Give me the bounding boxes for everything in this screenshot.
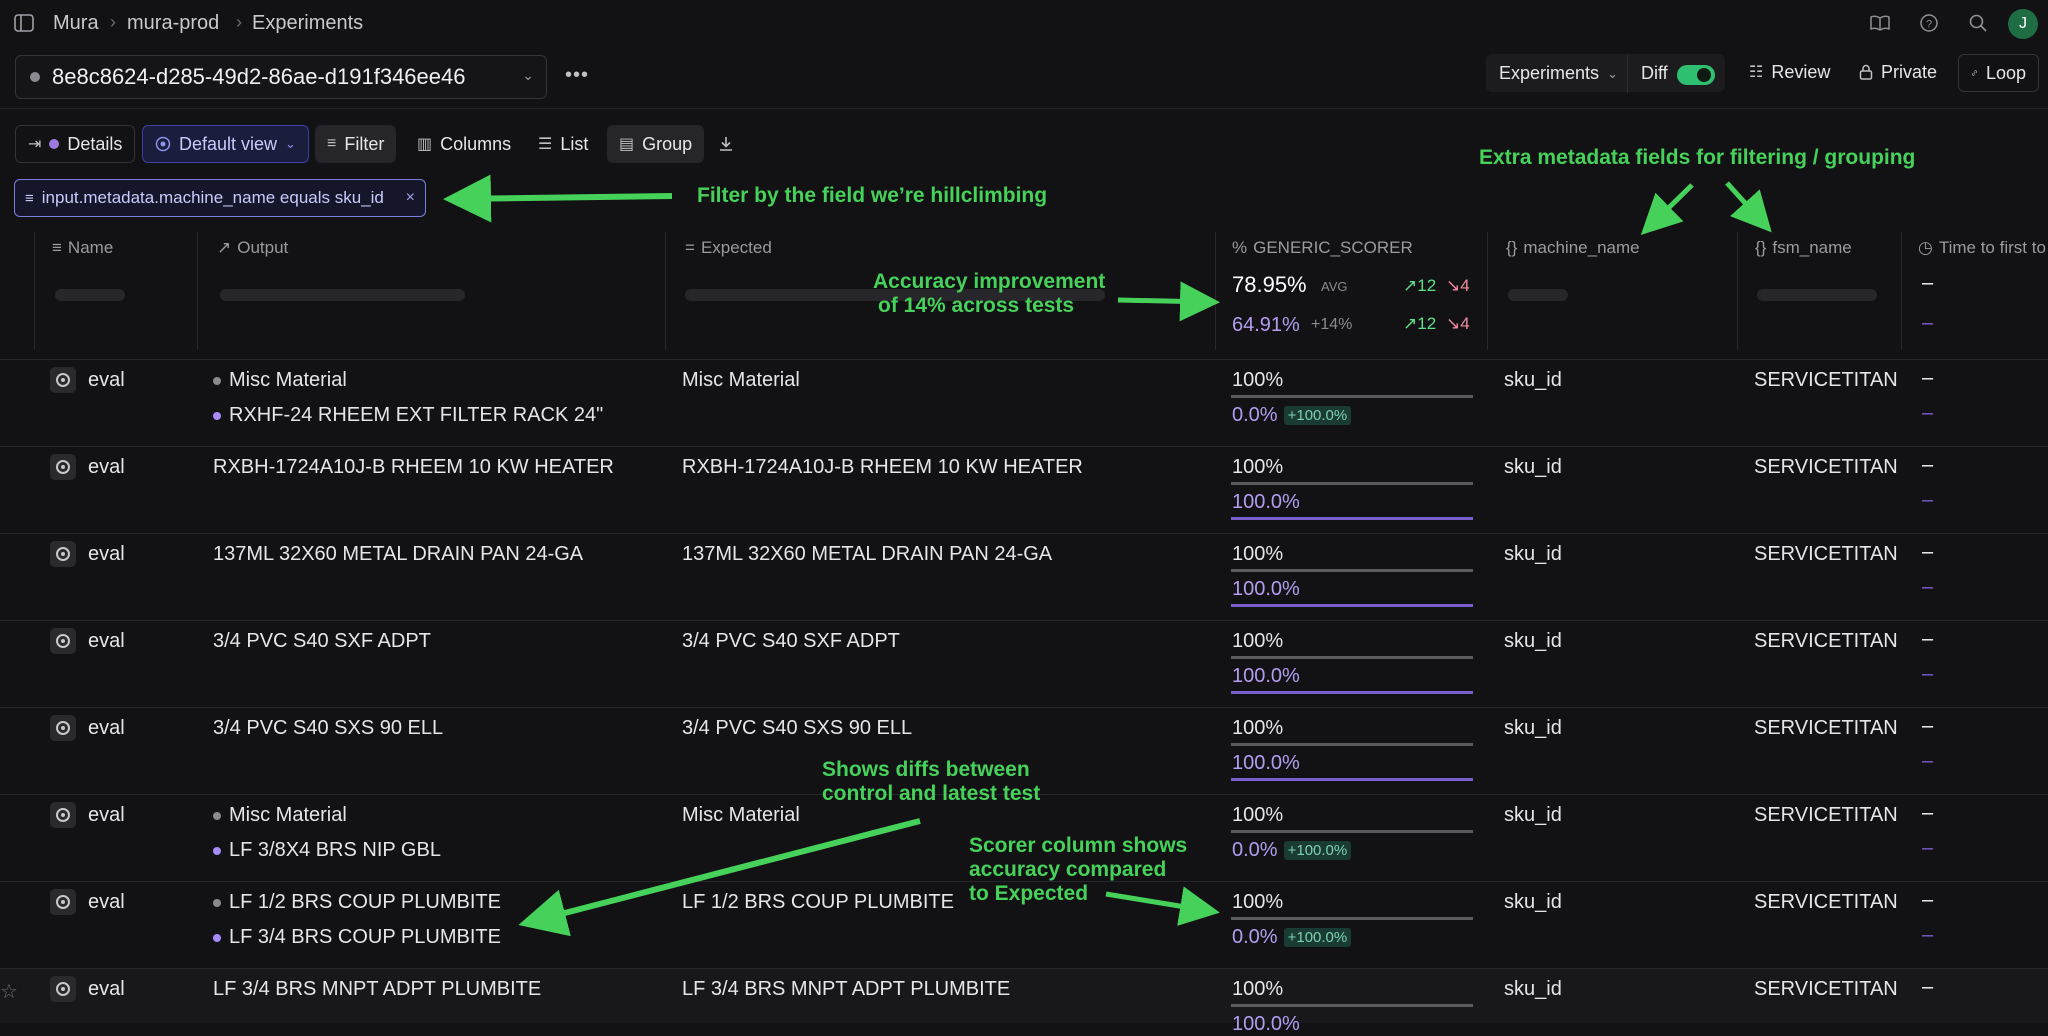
annotation-scorer-line2: accuracy compared: [969, 858, 1167, 881]
arrow-to-scorer-cell: [1105, 886, 1220, 926]
arrow-to-fsm-name: [1725, 181, 1772, 233]
arrow-to-scorer-summary: [1117, 281, 1220, 322]
annotation-accuracy-line2: of 14% across tests: [878, 294, 1075, 317]
arrow-to-filter: [443, 174, 673, 223]
annotation-metadata: Extra metadata fields for filtering / gr…: [1479, 146, 1916, 169]
annotation-filter: Filter by the field we’re hillclimbing: [697, 184, 1048, 207]
annotation-diffs-line1: Shows diffs between: [822, 758, 1030, 781]
arrow-to-diff-output: [518, 818, 921, 937]
annotation-diffs-line2: control and latest test: [822, 782, 1041, 805]
annotation-scorer-line3: to Expected: [969, 882, 1089, 905]
arrow-to-machine-name: [1640, 183, 1694, 235]
annotation-scorer-line1: Scorer column shows: [969, 834, 1188, 857]
annotation-accuracy-line1: Accuracy improvement: [873, 270, 1106, 293]
